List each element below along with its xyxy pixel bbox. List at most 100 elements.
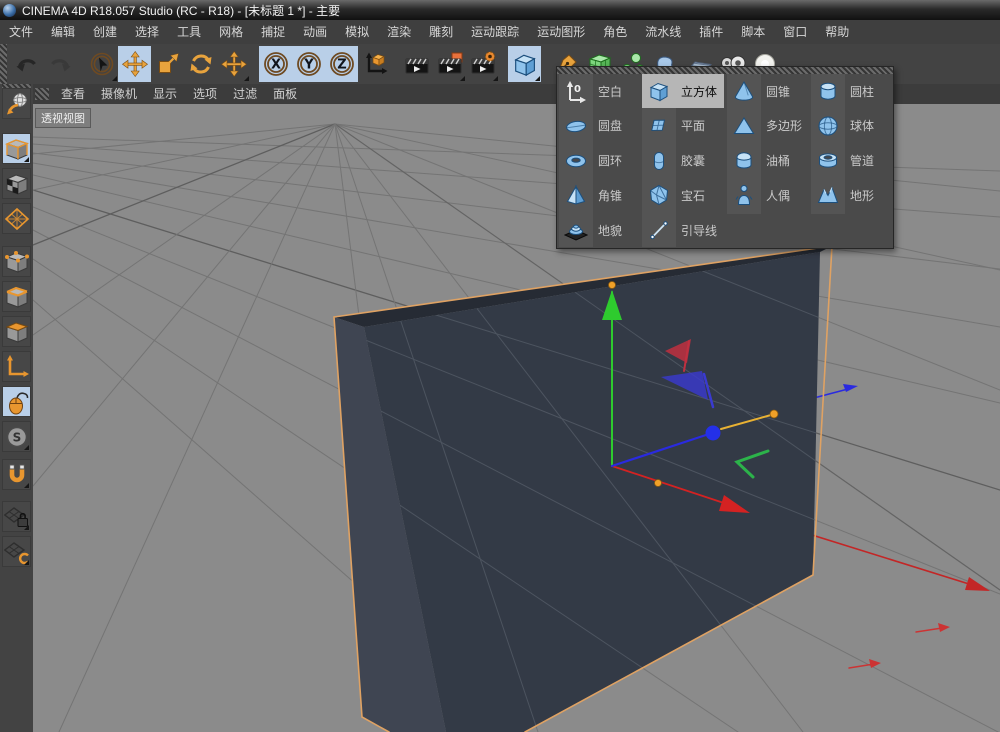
- disc-icon: [564, 114, 588, 138]
- enable-snap-button[interactable]: [2, 459, 31, 490]
- svg-text:Z: Z: [337, 58, 346, 73]
- menubar-item[interactable]: 选择: [126, 20, 168, 44]
- viewport-menu-item[interactable]: 过滤: [225, 84, 265, 104]
- primitives-menu: 0空白立方体圆锥圆柱圆盘 平面 多边形球体圆环胶囊 油桶 管道角锥宝石人偶 地形地貌 引导线: [556, 66, 894, 249]
- menubar-item[interactable]: 雕刻: [420, 20, 462, 44]
- primitive-item-cylinder[interactable]: 圆柱: [811, 74, 893, 108]
- texture-mode-button[interactable]: [2, 168, 31, 199]
- polygons-mode-icon: [4, 319, 30, 345]
- polygons-mode-button[interactable]: [2, 316, 31, 347]
- points-mode-button[interactable]: [2, 246, 31, 277]
- mouse-tool-button[interactable]: [2, 386, 31, 417]
- coord-system-button[interactable]: [358, 46, 391, 82]
- menubar-item[interactable]: 工具: [168, 20, 210, 44]
- primitive-item-polygon[interactable]: 多边形: [727, 109, 809, 143]
- s-badge-button[interactable]: S: [2, 421, 31, 452]
- primitive-item-platonic[interactable]: 宝石: [642, 178, 724, 212]
- coord-system-icon: [361, 50, 389, 78]
- menubar-item[interactable]: 窗口: [774, 20, 816, 44]
- view-label[interactable]: 透视视图: [35, 108, 91, 128]
- scale-button[interactable]: [151, 46, 184, 82]
- undo-icon: [13, 50, 41, 78]
- live-selection-icon: [88, 50, 116, 78]
- menubar-item[interactable]: 角色: [594, 20, 636, 44]
- planar-workplane-button[interactable]: [2, 536, 31, 567]
- lock-z-button[interactable]: Z: [325, 46, 358, 82]
- live-selection-button[interactable]: [85, 46, 118, 82]
- viewport-menu-item[interactable]: 选项: [185, 84, 225, 104]
- rotate-button[interactable]: [184, 46, 217, 82]
- workplane-mode-button[interactable]: [2, 203, 31, 234]
- primitive-item-cone[interactable]: 圆锥: [727, 74, 809, 108]
- lock-workplane-button[interactable]: [2, 501, 31, 532]
- menubar-item[interactable]: 运动跟踪: [462, 20, 528, 44]
- menubar-item[interactable]: 模拟: [336, 20, 378, 44]
- render-settings-button[interactable]: [466, 46, 499, 82]
- svg-text:Y: Y: [303, 58, 314, 73]
- enable-axis-button[interactable]: [2, 351, 31, 382]
- viewport-menu-item[interactable]: 摄像机: [93, 84, 145, 104]
- lock-x-button[interactable]: X: [259, 46, 292, 82]
- render-picture-viewer-button[interactable]: [433, 46, 466, 82]
- primitive-item-relief[interactable]: 地貌: [559, 213, 641, 247]
- primitive-item-label: 地貌: [598, 222, 622, 239]
- menubar-item[interactable]: 渲染: [378, 20, 420, 44]
- render-view-button[interactable]: [400, 46, 433, 82]
- primitive-item-sphere[interactable]: 球体: [811, 109, 893, 143]
- menubar-item[interactable]: 创建: [84, 20, 126, 44]
- primitive-item-guideline[interactable]: 引导线: [642, 213, 724, 247]
- menubar-item[interactable]: 网格: [210, 20, 252, 44]
- menubar-item[interactable]: 脚本: [732, 20, 774, 44]
- menubar-item[interactable]: 捕捉: [252, 20, 294, 44]
- primitive-item-oiltank[interactable]: 油桶: [727, 144, 809, 178]
- menubar-item[interactable]: 插件: [690, 20, 732, 44]
- primitive-item-landscape[interactable]: 地形: [811, 178, 893, 212]
- points-mode-icon: [4, 249, 30, 275]
- guideline-icon: [647, 218, 671, 242]
- mouse-tool-icon: [4, 389, 30, 415]
- workplane-mode-icon: [4, 206, 30, 232]
- sphere-icon: [816, 114, 840, 138]
- redo-button[interactable]: [43, 46, 76, 82]
- menubar-item[interactable]: 流水线: [636, 20, 690, 44]
- primitive-item-label: 地形: [850, 187, 874, 204]
- menubar-item[interactable]: 帮助: [816, 20, 858, 44]
- primitive-item-label: 油桶: [766, 152, 790, 169]
- primitive-item-plane[interactable]: 平面: [642, 109, 724, 143]
- menubar-item[interactable]: 文件: [0, 20, 42, 44]
- planar-workplane-icon: [4, 539, 30, 565]
- primitive-item-figure[interactable]: 人偶: [727, 178, 809, 212]
- plane-icon: [647, 114, 671, 138]
- primitive-item-torus[interactable]: 圆环: [559, 144, 641, 178]
- enable-axis-icon: [4, 354, 30, 380]
- primitive-item-disc[interactable]: 圆盘: [559, 109, 641, 143]
- make-editable-button[interactable]: [2, 88, 31, 119]
- model-mode-button[interactable]: [2, 133, 31, 164]
- viewport-menu-item[interactable]: 查看: [53, 84, 93, 104]
- primitives-menu-drag-handle[interactable]: [557, 67, 893, 74]
- viewport-menu-item[interactable]: 显示: [145, 84, 185, 104]
- redo-icon: [46, 50, 74, 78]
- viewport-menu-item[interactable]: 面板: [265, 84, 305, 104]
- primitive-item-tube[interactable]: 管道: [811, 144, 893, 178]
- lock-workplane-icon: [4, 504, 30, 530]
- toolbar-drag-handle[interactable]: [0, 44, 7, 84]
- toolbar-group-axis-lock: XY Z: [259, 44, 391, 82]
- menubar-item[interactable]: 动画: [294, 20, 336, 44]
- primitive-item-capsule[interactable]: 胶囊: [642, 144, 724, 178]
- lock-y-button[interactable]: Y: [292, 46, 325, 82]
- primitive-item-null[interactable]: 0空白: [559, 74, 641, 108]
- edges-mode-button[interactable]: [2, 281, 31, 312]
- undo-button[interactable]: [10, 46, 43, 82]
- viewport-drag-handle[interactable]: [35, 88, 49, 100]
- primitive-item-pyramid[interactable]: 角锥: [559, 178, 641, 212]
- mode-sidebar: S: [0, 84, 34, 732]
- last-tool-button[interactable]: [217, 46, 250, 82]
- menubar-item[interactable]: 编辑: [42, 20, 84, 44]
- primitive-item-cube[interactable]: 立方体: [642, 74, 724, 108]
- primitive-item-label: 平面: [681, 117, 705, 134]
- menubar-item[interactable]: 运动图形: [528, 20, 594, 44]
- primitive-cube-button[interactable]: [508, 46, 541, 82]
- svg-text:S: S: [12, 430, 21, 444]
- move-button[interactable]: [118, 46, 151, 82]
